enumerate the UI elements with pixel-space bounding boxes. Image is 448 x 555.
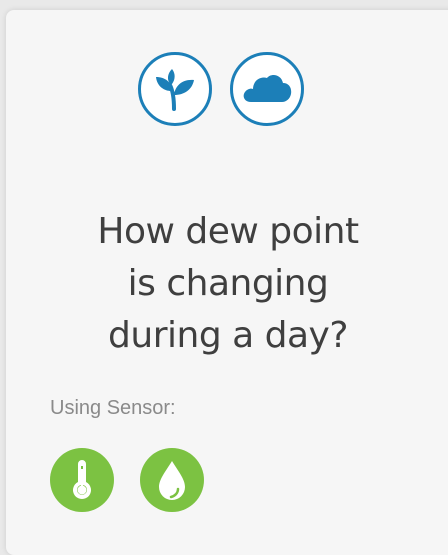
activity-title: How dew point is changing during a day?: [6, 206, 448, 362]
title-line-2: is changing: [127, 263, 329, 305]
water-drop-icon: [159, 461, 185, 500]
humidity-sensor-button[interactable]: [140, 448, 204, 512]
thermometer-icon: [73, 460, 91, 500]
plant-icon: [156, 69, 194, 111]
weather-topic-button[interactable]: [230, 52, 304, 126]
temperature-sensor-button[interactable]: [50, 448, 114, 512]
sensor-label: Using Sensor:: [50, 397, 176, 419]
cloud-icon: [243, 75, 292, 102]
sensor-icons: [50, 448, 204, 512]
title-line-3: during a day?: [108, 315, 348, 357]
activity-card[interactable]: How dew point is changing during a day? …: [6, 10, 448, 555]
topic-icons: [138, 52, 304, 126]
plant-topic-button[interactable]: [138, 52, 212, 126]
title-line-1: How dew point: [97, 211, 359, 253]
